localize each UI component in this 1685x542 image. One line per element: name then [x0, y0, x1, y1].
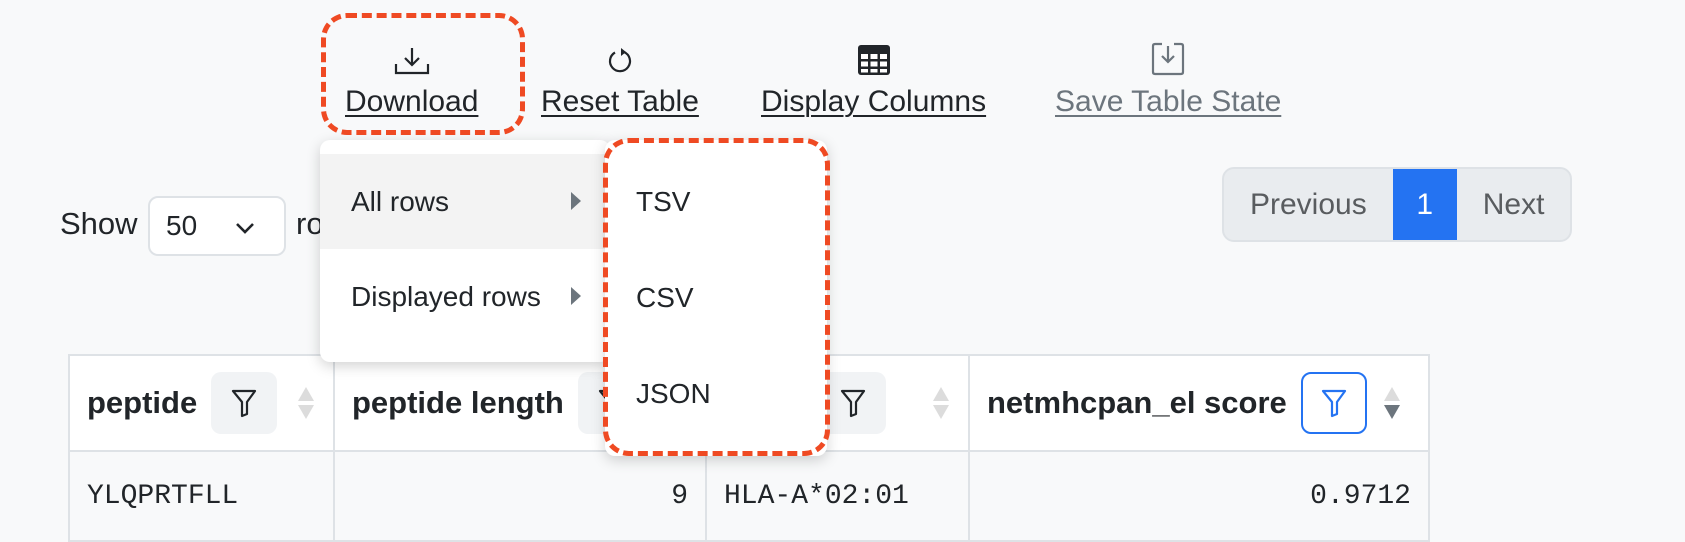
filter-icon — [840, 389, 866, 418]
menu-item-label: JSON — [636, 378, 711, 409]
column-label: peptide length — [352, 385, 564, 420]
download-button[interactable]: Download — [345, 40, 478, 120]
download-label: Download — [345, 85, 479, 118]
previous-page-button[interactable]: Previous — [1224, 169, 1393, 240]
display-columns-button[interactable]: Display Columns — [761, 40, 986, 120]
pagination: Previous 1 Next — [1222, 167, 1573, 242]
menu-item-csv[interactable]: CSV — [605, 250, 827, 346]
save-icon — [1151, 40, 1185, 76]
page-length-select[interactable]: 50 — [148, 196, 286, 256]
download-menu: All rows Displayed rows — [320, 140, 610, 362]
column-label: netmhcpan_el score — [987, 385, 1287, 420]
sort-toggle-descending[interactable] — [1383, 386, 1401, 420]
filter-icon — [1321, 389, 1346, 418]
filter-button-active[interactable] — [1300, 372, 1367, 434]
next-page-button[interactable]: Next — [1457, 169, 1571, 240]
filter-button[interactable] — [211, 372, 278, 434]
menu-item-all-rows[interactable]: All rows — [320, 154, 610, 249]
download-format-submenu: TSV CSV JSON — [605, 140, 827, 456]
column-header-peptide: peptide — [68, 354, 335, 452]
menu-item-label: Displayed rows — [351, 280, 541, 312]
filter-icon — [232, 389, 257, 418]
cell-peptide-length: 9 — [333, 450, 707, 542]
reset-icon — [605, 40, 635, 76]
table-row: YLQPRTFLL 9 HLA-A*02:01 0.9712 — [68, 450, 1430, 542]
chevron-down-icon — [234, 214, 256, 246]
table-icon — [857, 40, 891, 76]
menu-item-tsv[interactable]: TSV — [605, 154, 827, 250]
download-icon — [394, 40, 430, 76]
display-columns-label: Display Columns — [761, 85, 987, 118]
show-label: Show — [60, 206, 138, 241]
cell-peptide: YLQPRTFLL — [68, 450, 335, 542]
column-label: peptide — [87, 385, 198, 420]
page-length-value: 50 — [166, 210, 198, 241]
caret-right-icon — [570, 186, 582, 218]
menu-item-label: All rows — [351, 185, 450, 217]
menu-item-label: TSV — [636, 186, 691, 217]
sort-toggle[interactable] — [297, 386, 315, 420]
cell-allele: HLA-A*02:01 — [705, 450, 970, 542]
cell-netmhcpan-el-score: 0.9712 — [968, 450, 1430, 542]
page-1-button[interactable]: 1 — [1392, 169, 1457, 240]
save-table-state-label: Save Table State — [1055, 85, 1282, 118]
sort-icon — [298, 387, 315, 419]
save-table-state-button[interactable]: Save Table State — [1055, 40, 1281, 120]
menu-item-json[interactable]: JSON — [605, 346, 827, 442]
caret-right-icon — [570, 281, 582, 313]
menu-item-displayed-rows[interactable]: Displayed rows — [320, 249, 610, 344]
sort-descending-icon — [1383, 387, 1400, 419]
menu-item-label: CSV — [636, 282, 694, 313]
sort-toggle[interactable] — [932, 386, 950, 420]
column-header-netmhcpan-el-score: netmhcpan_el score — [968, 354, 1430, 452]
reset-table-button[interactable]: Reset Table — [541, 40, 699, 120]
filter-button[interactable] — [820, 372, 886, 434]
sort-icon — [933, 387, 949, 419]
reset-table-label: Reset Table — [541, 85, 699, 118]
